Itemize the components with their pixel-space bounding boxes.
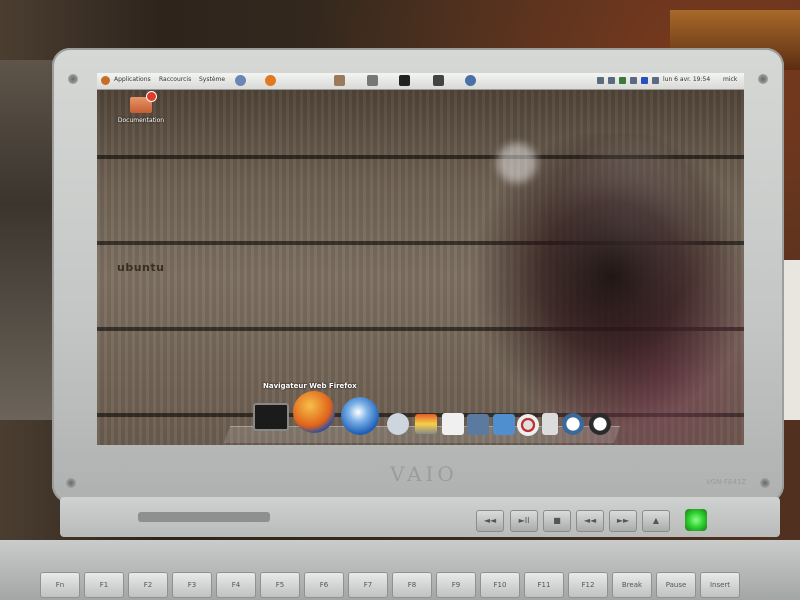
menu-raccourcis[interactable]: Raccourcis xyxy=(159,76,191,83)
status-led-strip xyxy=(138,512,270,522)
user-menu[interactable]: mick xyxy=(723,76,737,83)
thunderbird-icon[interactable] xyxy=(465,75,476,86)
key[interactable]: Fn xyxy=(40,572,80,598)
wallpaper-highlight xyxy=(497,143,537,183)
dock-monitor-icon[interactable] xyxy=(415,414,437,434)
dock-terminal-icon[interactable] xyxy=(253,403,289,431)
dock-system-icon[interactable] xyxy=(467,414,489,435)
function-key-row: Fn F1 F2 F3 F4 F5 F6 F7 F8 F9 F10 F11 F1… xyxy=(40,572,800,600)
key[interactable]: F7 xyxy=(348,572,388,598)
network-icon[interactable] xyxy=(630,77,637,84)
media-stop-button[interactable]: ■ xyxy=(543,510,571,532)
screenshot-icon[interactable] xyxy=(433,75,444,86)
desktop-icon-label: Documentation xyxy=(117,117,165,124)
text-editor-icon[interactable] xyxy=(334,75,345,86)
dock-network-icon[interactable] xyxy=(517,414,539,436)
ubuntu-wordmark: ubuntu xyxy=(117,261,165,274)
firefox-launcher-icon[interactable] xyxy=(265,75,276,86)
dock-clock-icon[interactable] xyxy=(562,413,584,435)
key[interactable]: F10 xyxy=(480,572,520,598)
screw xyxy=(68,74,78,84)
media-rewind-button[interactable]: ◄◄ xyxy=(576,510,604,532)
key[interactable]: F12 xyxy=(568,572,608,598)
dock-trash-icon[interactable] xyxy=(542,413,558,435)
dock-contacts-icon[interactable] xyxy=(387,413,409,435)
key[interactable]: Pause xyxy=(656,572,696,598)
media-eject-button[interactable]: ▲ xyxy=(642,510,670,532)
folder-icon xyxy=(130,91,157,113)
wallpaper-art xyxy=(447,133,744,445)
update-icon[interactable] xyxy=(608,77,615,84)
key[interactable]: F6 xyxy=(304,572,344,598)
help-icon[interactable] xyxy=(235,75,246,86)
desktop-screen: Applications Raccourcis Système lun 6 av… xyxy=(97,73,744,445)
power-button[interactable] xyxy=(685,509,707,531)
dock-image-viewer-icon[interactable] xyxy=(493,414,515,435)
media-prev-button[interactable]: ◄◄ xyxy=(476,510,504,532)
key[interactable]: Insert xyxy=(700,572,740,598)
key[interactable]: F3 xyxy=(172,572,212,598)
media-forward-button[interactable]: ►► xyxy=(609,510,637,532)
settings-icon[interactable] xyxy=(367,75,378,86)
dock-power-icon[interactable] xyxy=(589,413,611,435)
screw xyxy=(758,74,768,84)
key[interactable]: F4 xyxy=(216,572,256,598)
bluetooth-icon[interactable] xyxy=(641,77,648,84)
top-panel: Applications Raccourcis Système lun 6 av… xyxy=(97,73,744,90)
dock-home-icon[interactable] xyxy=(442,413,464,435)
emblem-icon xyxy=(146,91,157,102)
key[interactable]: F8 xyxy=(392,572,432,598)
ubuntu-menu-icon[interactable] xyxy=(101,76,110,85)
vaio-logo: VAIO xyxy=(390,462,458,486)
battery-icon[interactable] xyxy=(619,77,626,84)
clock[interactable]: lun 6 avr. 19:54 xyxy=(663,76,710,83)
key[interactable]: F2 xyxy=(128,572,168,598)
dock-firefox-icon[interactable] xyxy=(293,391,335,433)
volume-icon[interactable] xyxy=(652,77,659,84)
key[interactable]: F11 xyxy=(524,572,564,598)
model-label: VGN-FE41Z xyxy=(706,478,747,486)
key[interactable]: F9 xyxy=(436,572,476,598)
key[interactable]: F5 xyxy=(260,572,300,598)
screw xyxy=(760,478,770,488)
key[interactable]: Break xyxy=(612,572,652,598)
desktop-icon-documentation[interactable]: Documentation xyxy=(111,91,171,124)
notification-icon[interactable] xyxy=(597,77,604,84)
key[interactable]: F1 xyxy=(84,572,124,598)
dock-thunderbird-icon[interactable] xyxy=(341,397,379,435)
screw xyxy=(66,478,76,488)
menu-applications[interactable]: Applications xyxy=(114,76,151,83)
menu-systeme[interactable]: Système xyxy=(199,76,225,83)
terminal-icon[interactable] xyxy=(399,75,410,86)
dock-tooltip: Navigateur Web Firefox xyxy=(263,382,357,390)
media-play-button[interactable]: ►II xyxy=(510,510,538,532)
